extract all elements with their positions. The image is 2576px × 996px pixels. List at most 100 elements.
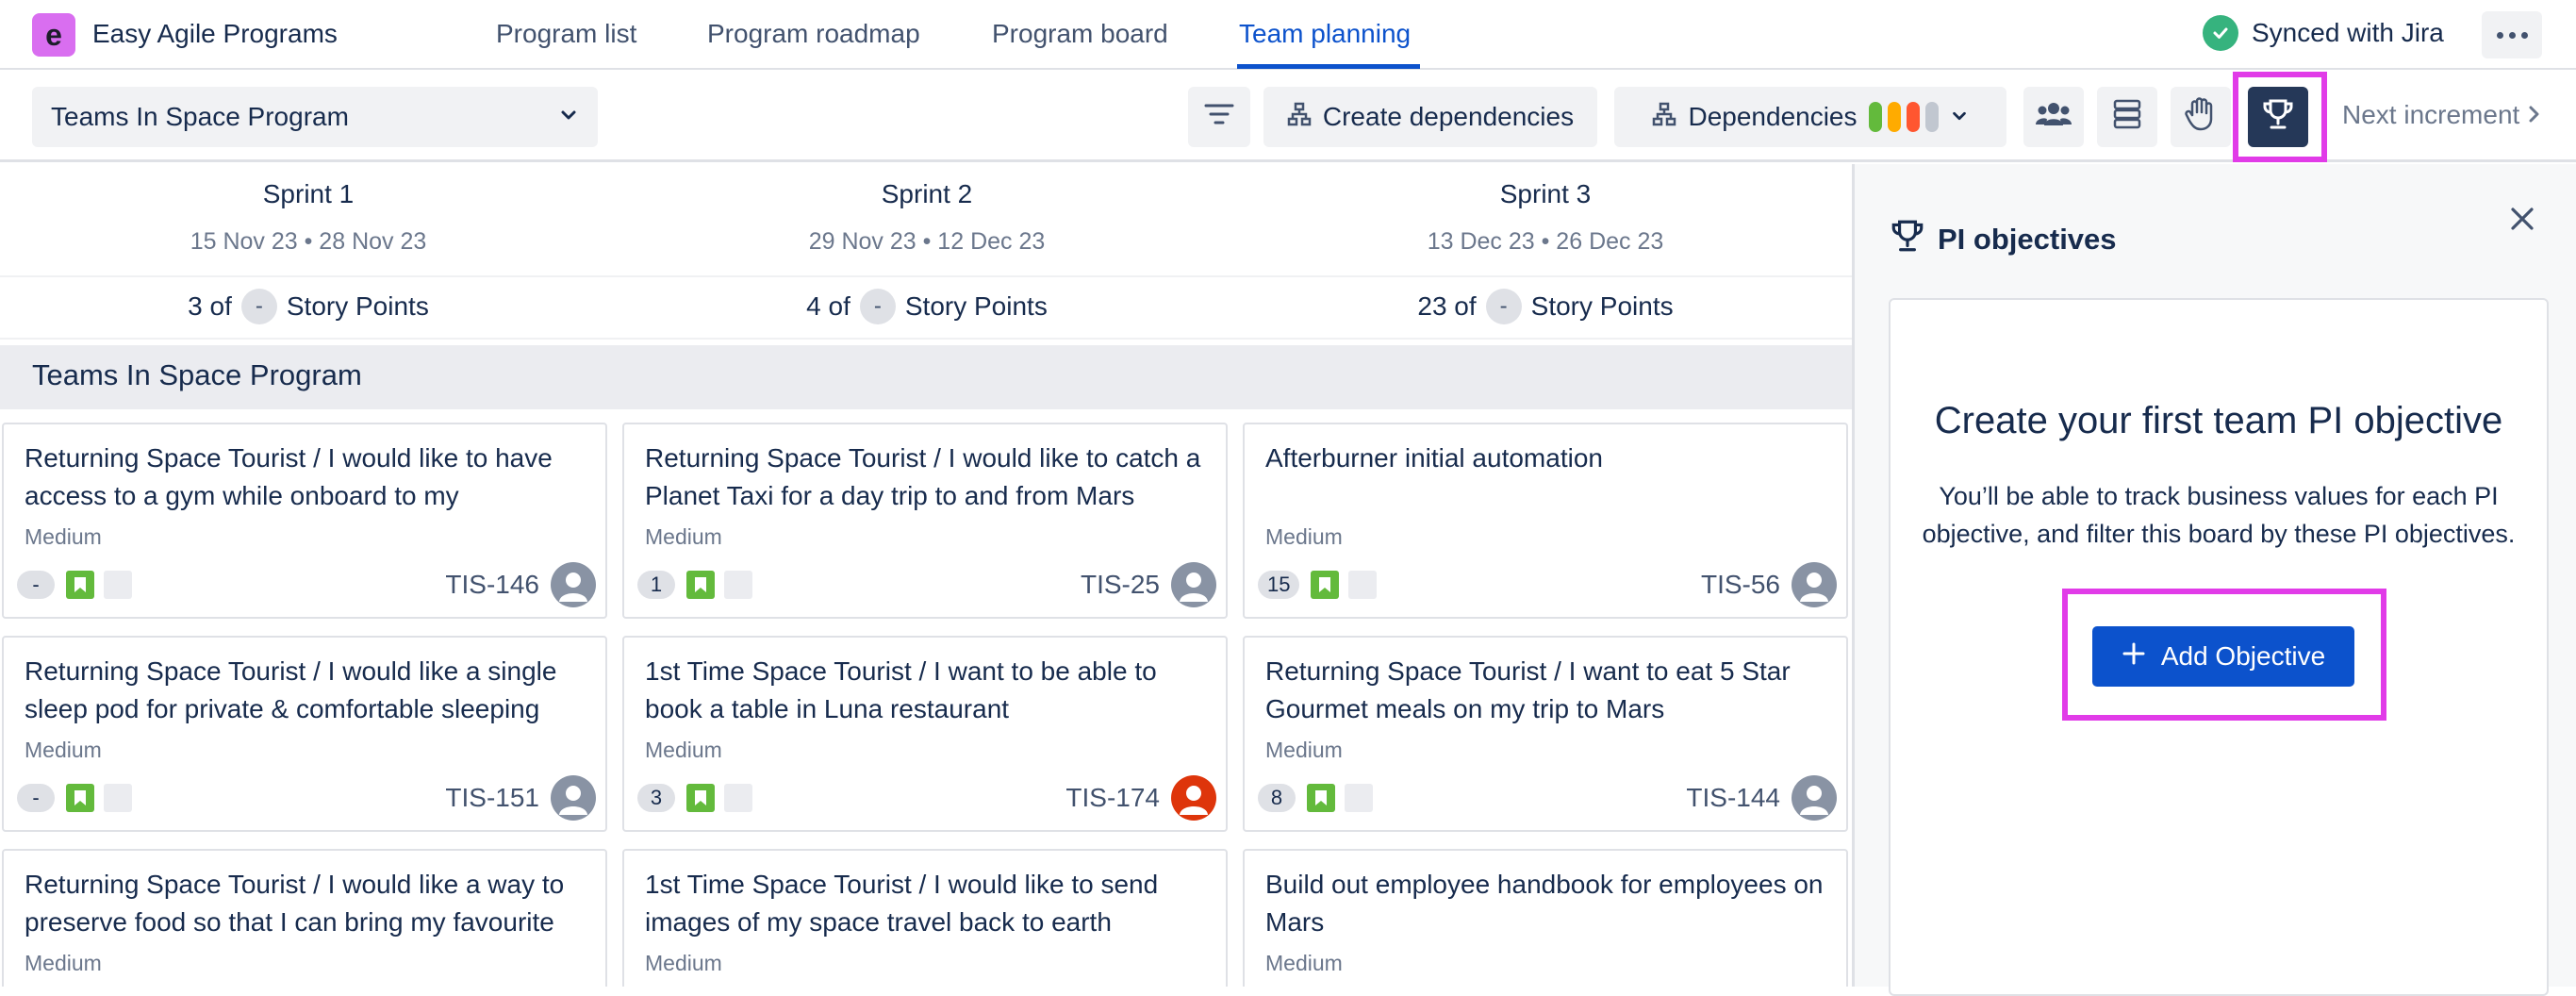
trophy-icon <box>1889 217 1926 262</box>
issue-summary: Build out employee handbook for employee… <box>1265 870 1824 937</box>
tab-program-roadmap[interactable]: Program roadmap <box>707 19 920 49</box>
active-tab-indicator <box>1237 64 1420 69</box>
create-dependencies-label: Create dependencies <box>1322 102 1575 131</box>
issue-card-footer: - TIS-146 <box>17 562 596 607</box>
tab-program-list[interactable]: Program list <box>496 19 636 49</box>
sprint-dates: 13 Dec 23 • 26 Dec 23 <box>1427 228 1664 255</box>
sprint-header: Sprint 2 29 Nov 23 • 12 Dec 23 <box>619 164 1235 274</box>
avatar[interactable] <box>551 775 596 821</box>
panel-header: PI objectives <box>1889 217 2117 262</box>
estimate-badge: 8 <box>1258 784 1296 812</box>
capacity-badge[interactable]: - <box>1485 289 1522 324</box>
story-icon <box>1311 571 1340 599</box>
team-view-button[interactable] <box>2023 87 2084 147</box>
story-icon <box>686 571 715 599</box>
avatar[interactable] <box>1792 775 1837 821</box>
dependencies-dropdown[interactable]: Dependencies <box>1614 87 2006 147</box>
sync-status-label: Synced with Jira <box>2252 18 2444 47</box>
tab-program-board[interactable]: Program board <box>992 19 1168 49</box>
sprint-dates: 15 Nov 23 • 28 Nov 23 <box>190 228 427 255</box>
issue-priority: Medium <box>1265 738 1343 762</box>
story-points-summary: 23 of - Story Points <box>1237 289 1852 324</box>
close-panel-button[interactable] <box>2498 196 2547 245</box>
create-dependencies-button[interactable]: Create dependencies <box>1263 87 1597 147</box>
more-icon <box>2496 31 2503 39</box>
sprint-name: Sprint 1 <box>262 179 355 208</box>
issue-priority: Medium <box>645 951 722 975</box>
next-increment-label: Next increment <box>2342 100 2520 129</box>
issue-card[interactable]: Returning Space Tourist / I would like t… <box>2 423 607 619</box>
estimate-badge: 1 <box>637 571 675 599</box>
program-select-value: Teams In Space Program <box>51 102 349 131</box>
issue-card-footer: - TIS-151 <box>17 775 596 821</box>
issue-card[interactable]: Afterburner initial automation Medium 15… <box>1243 423 1848 619</box>
story-icon <box>1307 784 1335 812</box>
dependency-color-pill <box>1906 102 1920 132</box>
group-title: Teams In Space Program <box>32 358 362 391</box>
issue-card[interactable]: Returning Space Tourist / I want to eat … <box>1243 636 1848 832</box>
story-points-row: 3 of - Story Points 4 of - Story Points … <box>0 275 1852 340</box>
highlight-annotation <box>2233 72 2327 162</box>
issue-card[interactable]: Returning Space Tourist / I would like t… <box>622 423 1228 619</box>
issue-card-footer: 15 TIS-56 <box>1258 562 1837 607</box>
check-circle-icon <box>2203 15 2238 51</box>
chevron-right-icon <box>2527 100 2542 129</box>
issue-summary: 1st Time Space Tourist / I would like to… <box>645 870 1159 937</box>
more-options-button[interactable] <box>2482 11 2542 58</box>
highlight-annotation <box>2062 589 2386 721</box>
sync-status[interactable]: Synced with Jira <box>2203 15 2444 51</box>
sprint-name: Sprint 2 <box>881 179 973 208</box>
issue-key[interactable]: TIS-146 <box>445 570 539 600</box>
sprint-header: Sprint 1 15 Nov 23 • 28 Nov 23 <box>0 164 617 274</box>
issue-card[interactable]: 1st Time Space Tourist / I want to be ab… <box>622 636 1228 832</box>
issue-card[interactable]: Returning Space Tourist / I would like a… <box>2 849 607 987</box>
issue-key[interactable]: TIS-56 <box>1701 570 1780 600</box>
people-icon <box>2035 99 2072 136</box>
filter-button[interactable] <box>1188 87 1250 147</box>
pi-objectives-panel: PI objectives Create your first team PI … <box>1852 164 2576 996</box>
avatar[interactable] <box>1171 775 1216 821</box>
issue-key[interactable]: TIS-151 <box>445 783 539 813</box>
capacity-badge[interactable]: - <box>240 289 277 324</box>
placeholder-square <box>104 571 132 599</box>
chevron-down-icon <box>558 102 579 132</box>
issue-card[interactable]: Build out employee handbook for employee… <box>1243 849 1848 987</box>
issue-summary: Returning Space Tourist / I would like a… <box>25 656 557 723</box>
issue-card-footer: 1 TIS-25 <box>637 562 1216 607</box>
issue-key[interactable]: TIS-174 <box>1065 783 1160 813</box>
dependencies-label: Dependencies <box>1688 102 1858 131</box>
swimlanes-button[interactable] <box>2097 87 2157 147</box>
issue-card[interactable]: Returning Space Tourist / I would like a… <box>2 636 607 832</box>
program-group-header[interactable]: Teams In Space Program <box>0 345 1852 409</box>
app-logo[interactable]: e <box>32 13 75 57</box>
program-select[interactable]: Teams In Space Program <box>32 87 598 147</box>
app-title[interactable]: Easy Agile Programs <box>92 19 338 49</box>
issue-key[interactable]: TIS-144 <box>1686 783 1780 813</box>
capacity-badge[interactable]: - <box>859 289 896 324</box>
dependency-color-legend <box>1868 102 1939 132</box>
close-icon <box>2507 204 2537 239</box>
dependency-color-pill <box>1887 102 1901 132</box>
avatar[interactable] <box>1792 562 1837 607</box>
team-planning-board: Sprint 1 15 Nov 23 • 28 Nov 23 Sprint 2 … <box>0 164 1852 987</box>
next-increment-link[interactable]: Next increment <box>2342 100 2542 130</box>
issue-priority: Medium <box>25 951 102 975</box>
issue-summary: 1st Time Space Tourist / I want to be ab… <box>645 656 1157 723</box>
avatar[interactable] <box>551 562 596 607</box>
placeholder-square <box>104 784 132 812</box>
tab-team-planning[interactable]: Team planning <box>1239 19 1411 49</box>
story-icon <box>66 571 94 599</box>
issue-card[interactable]: 1st Time Space Tourist / I would like to… <box>622 849 1228 987</box>
dependency-color-pill <box>1868 102 1882 132</box>
chevron-down-icon <box>1950 102 1969 132</box>
issue-summary: Returning Space Tourist / I would like t… <box>25 443 553 510</box>
hand-raise-button[interactable] <box>2171 87 2231 147</box>
placeholder-square <box>724 571 752 599</box>
issue-key[interactable]: TIS-25 <box>1081 570 1160 600</box>
top-nav: e Easy Agile Programs Program list Progr… <box>0 0 2576 70</box>
sprint-header: Sprint 3 13 Dec 23 • 26 Dec 23 <box>1237 164 1852 274</box>
story-points-summary: 3 of - Story Points <box>0 289 617 324</box>
avatar[interactable] <box>1171 562 1216 607</box>
issue-summary: Returning Space Tourist / I want to eat … <box>1265 656 1791 723</box>
sprint-dates: 29 Nov 23 • 12 Dec 23 <box>808 228 1046 255</box>
